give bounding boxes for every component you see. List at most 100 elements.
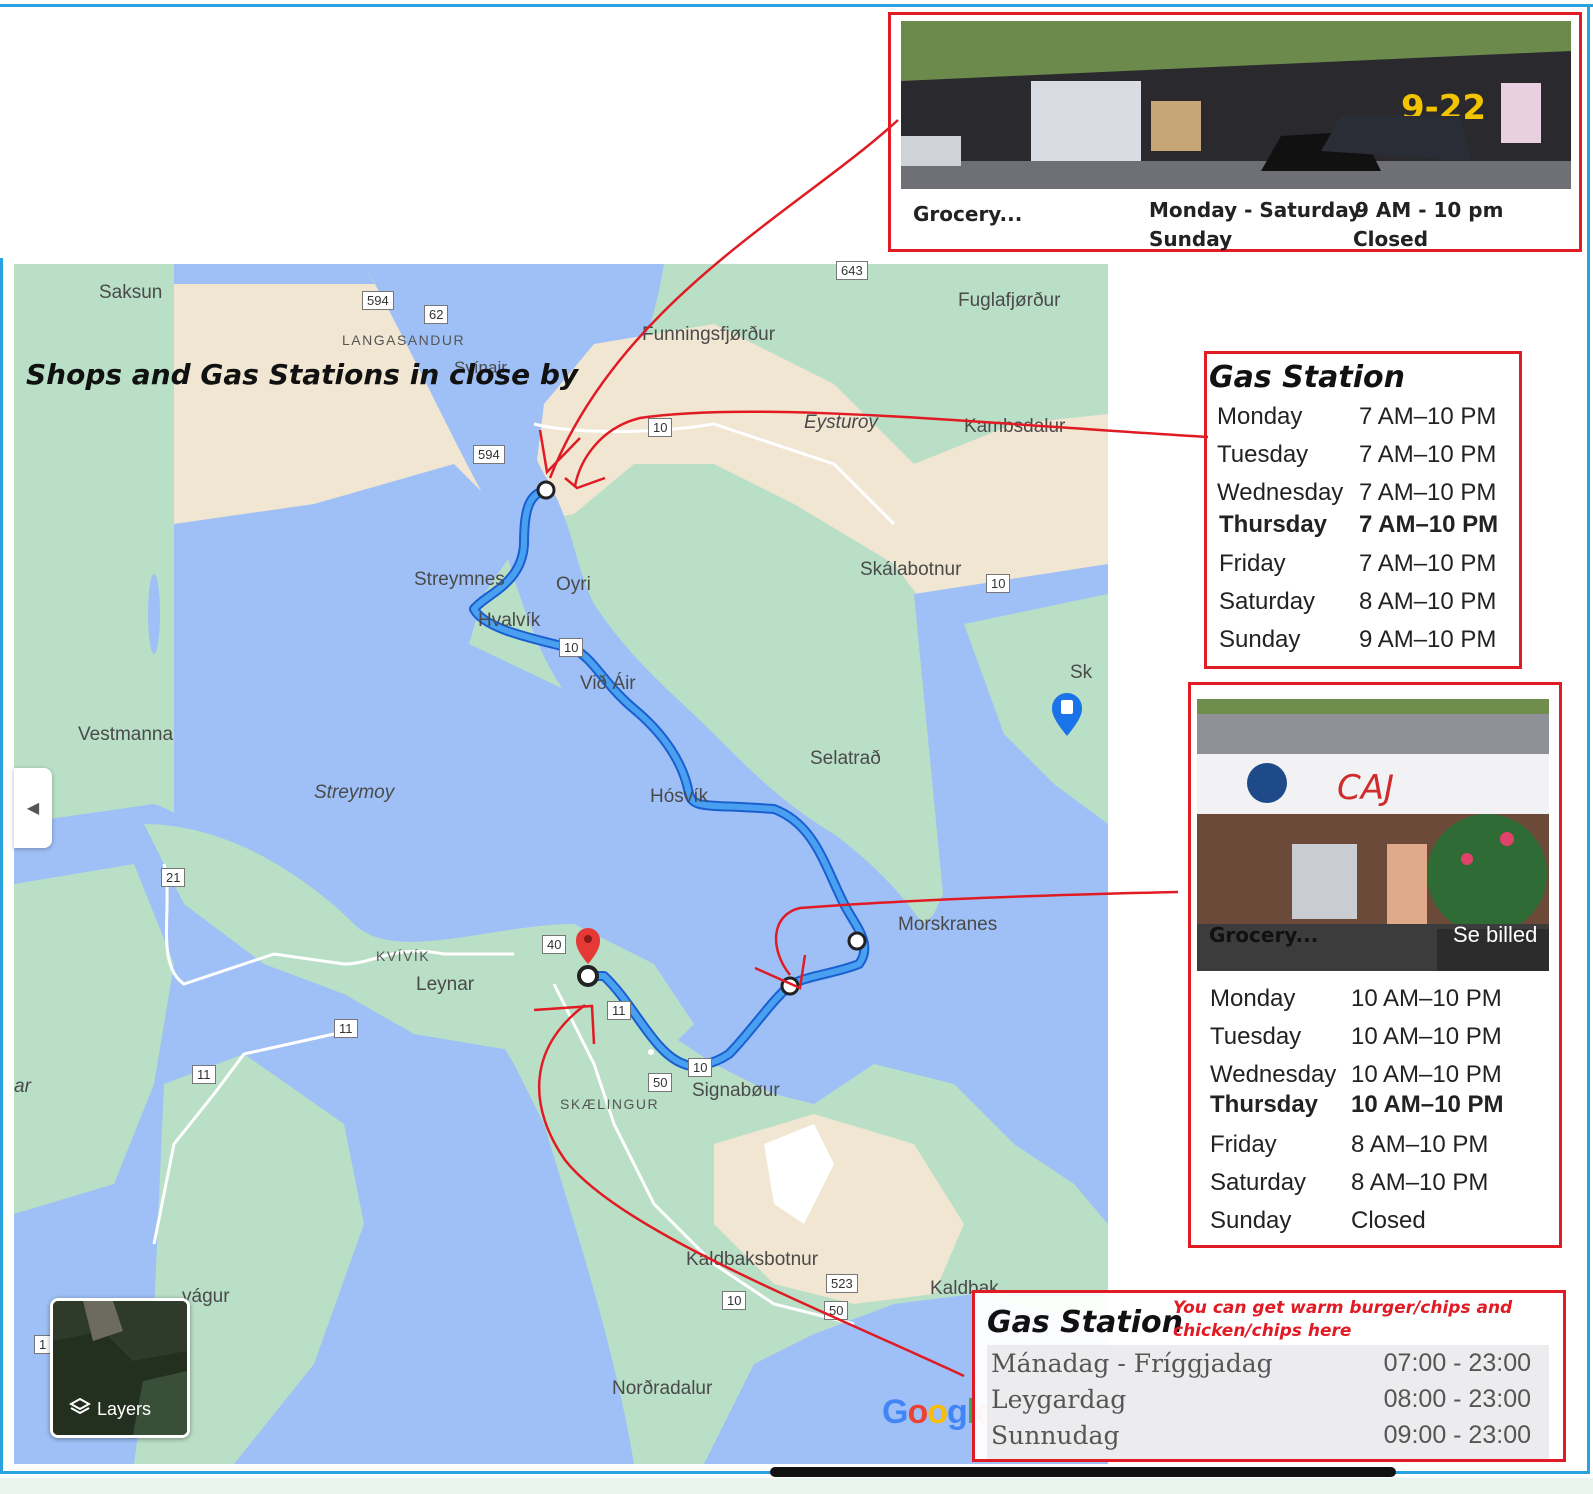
road-shield: 594 [362,291,394,310]
map-title: Shops and Gas Stations in close by [26,358,579,391]
layers-label-group: Layers [68,1396,151,1423]
grocery-2-hours: 10 AM–10 PM [1351,1061,1502,1088]
collapse-panel-button[interactable]: ◀ [14,768,52,848]
gas-1-hours: 9 AM–10 PM [1359,626,1497,653]
gas-1-hours: 7 AM–10 PM [1359,511,1499,538]
lake [306,674,342,734]
grocery-2-name[interactable]: Grocery... [1209,923,1318,947]
road-shield: 62 [424,305,449,324]
waypoint-grocery-2[interactable] [847,931,867,951]
road-shield: 10 [722,1291,747,1310]
route-dot [648,1049,654,1055]
gas-1-hours: 7 AM–10 PM [1359,550,1497,577]
lake [148,574,160,654]
grocery-2-day: Thursday [1210,1091,1319,1118]
gas-2-day: Sunnudag [991,1421,1120,1450]
gas-1-day: Thursday [1219,511,1328,538]
gas-2-day: Mánadag - Fríggjadag [991,1349,1273,1378]
frame-border-right [1587,4,1590,260]
waypoint-start[interactable] [577,965,599,987]
place-fuglafjordur: Fuglafjørður [958,290,1061,311]
gas-2-hours: 09:00 - 23:00 [1383,1421,1531,1449]
place-langasandur: LANGASANDUR [342,332,466,348]
road-shield: 21 [161,868,186,887]
road-shield: 50 [648,1073,673,1092]
place-hvalvik: Hvalvík [478,610,541,631]
place-kvivik: KVÍVÍK [376,948,431,964]
horizontal-scrollbar[interactable] [770,1467,1396,1477]
grocery-2-hours: 10 AM–10 PM [1351,985,1502,1012]
gas-1-hours: 7 AM–10 PM [1359,441,1497,468]
place-vestmanna: Vestmanna [78,724,174,745]
gas-1-hours: 7 AM–10 PM [1359,479,1497,506]
place-saksun: Saksun [99,282,163,303]
place-streymnes: Streymnes [414,569,505,590]
grocery-2-day: Sunday [1210,1207,1292,1234]
place-sk: Sk [1070,662,1093,683]
road-shield: 643 [836,261,868,280]
place-kambsdalur: Kambsdalur [964,416,1066,437]
grocery-2-hours: 10 AM–10 PM [1351,1023,1502,1050]
grocery-1-day: Monday - Saturday [1149,198,1362,222]
luggage-glyph [1061,700,1073,714]
road-shield: 10 [648,418,673,437]
grocery-2-panel: CAJ Grocery... Se billed Monday 10 AM–10… [1188,682,1562,1248]
gas-1-hours: 7 AM–10 PM [1359,403,1497,430]
place-oyri: Oyri [556,574,591,595]
grocery-2-day: Wednesday [1210,1061,1337,1088]
place-morskranes: Morskranes [898,914,998,935]
grocery-1-panel: 9-22 Grocery... Monday - Saturday 9 AM -… [888,12,1582,252]
map-view[interactable]: Saksun LANGASANDUR Svínair Funningsfjørð… [14,261,1108,1464]
grocery-2-day: Tuesday [1210,1023,1302,1050]
grocery-2-day: Monday [1210,985,1296,1012]
svg-text:CAJ: CAJ [1337,768,1394,808]
gas-2-row: Sunnudag 09:00 - 23:00 [991,1421,1545,1450]
road-shield: 10 [986,574,1011,593]
grocery-1-photo[interactable]: 9-22 [901,21,1571,189]
gas-2-day: Leygardag [991,1385,1127,1414]
place-skaelingur: SKÆLINGUR [560,1096,660,1112]
place-funningsfjordur: Funningsfjørður [642,324,776,345]
layers-button[interactable]: Layers [50,1298,190,1438]
place-nordradalur: Norðradalur [612,1378,713,1399]
road-shield: 594 [473,445,505,464]
grocery-1-name[interactable]: Grocery... [913,202,1022,226]
gas-1-day: Monday [1217,403,1303,430]
grocery-1-day: Sunday [1149,227,1233,251]
gas-1-day: Tuesday [1217,441,1309,468]
place-eysturoy: Eysturoy [804,412,878,433]
frame-border-top [0,4,1593,7]
place-vid-air: Við Áir [580,673,636,694]
location-pin-dot [584,935,592,943]
grocery-1-hours: 9 AM - 10 pm [1355,198,1504,222]
gas-station-2-hours-table: Mánadag - Fríggjadag 07:00 - 23:00 Leyga… [987,1345,1549,1459]
road-shield: 11 [334,1019,358,1038]
gas-1-day: Sunday [1219,626,1301,653]
place-signabour: Signabøur [692,1080,780,1101]
waypoint-grocery-2-alt[interactable] [780,976,800,996]
gas-station-2-note: You can get warm burger/chips and chicke… [1173,1298,1513,1341]
road-shield: 10 [559,638,584,657]
gas-2-hours: 08:00 - 23:00 [1383,1385,1531,1413]
gas-1-day: Saturday [1219,588,1316,615]
grocery-2-day: Friday [1210,1131,1277,1158]
grocery-1-hours: Closed [1353,227,1429,251]
place-selatrad: Selatrað [810,748,881,769]
gas-station-2-title: Gas Station [987,1305,1183,1340]
place-streymoy: Streymoy [314,782,395,803]
gas-1-day: Friday [1219,550,1286,577]
gas-2-hours: 07:00 - 23:00 [1383,1349,1531,1377]
grocery-2-hours: Closed [1351,1207,1426,1234]
road-shield: 11 [192,1065,216,1084]
waypoint-gas-station-1[interactable] [536,480,556,500]
place-leynar: Leynar [416,974,475,995]
layers-icon [68,1396,92,1423]
grocery-2-day: Saturday [1210,1169,1307,1196]
road-shield: 50 [824,1301,849,1320]
road-shield: 10 [688,1058,713,1077]
gas-1-hours: 8 AM–10 PM [1359,588,1497,615]
see-photos-button[interactable]: Se billed [1453,922,1537,948]
grocery-2-hours: 8 AM–10 PM [1351,1169,1489,1196]
place-ar: ar [14,1076,31,1097]
place-skalabotnur: Skálabotnur [860,559,962,580]
